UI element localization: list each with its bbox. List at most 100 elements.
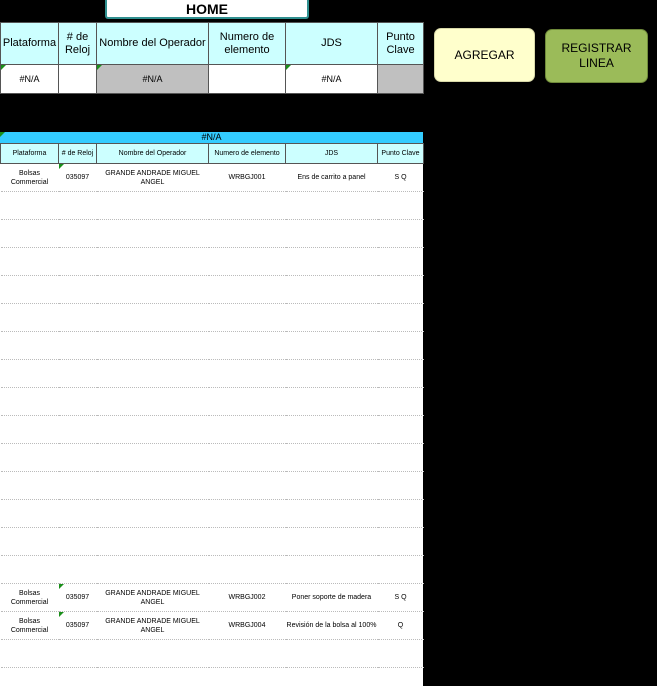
cell-jds[interactable] bbox=[285, 275, 378, 304]
cell-plataforma[interactable]: Bolsas Commercial bbox=[0, 163, 59, 192]
cell-punto-clave[interactable] bbox=[377, 219, 424, 248]
table-row[interactable] bbox=[0, 639, 424, 668]
cell-jds[interactable]: Poner soporte de madera bbox=[285, 583, 378, 612]
cell-reloj[interactable] bbox=[58, 555, 97, 584]
cell-elemento[interactable]: WRBGJ001 bbox=[208, 163, 286, 192]
input-plataforma[interactable]: #N/A bbox=[0, 64, 59, 94]
cell-jds[interactable] bbox=[285, 415, 378, 444]
cell-punto-clave[interactable] bbox=[377, 415, 424, 444]
cell-punto-clave[interactable] bbox=[377, 247, 424, 276]
cell-reloj[interactable] bbox=[58, 443, 97, 472]
cell-plataforma[interactable] bbox=[0, 359, 59, 388]
cell-jds[interactable] bbox=[285, 443, 378, 472]
table-row[interactable] bbox=[0, 443, 424, 472]
cell-plataforma[interactable] bbox=[0, 303, 59, 332]
cell-jds[interactable] bbox=[285, 219, 378, 248]
input-jds[interactable]: #N/A bbox=[285, 64, 378, 94]
input-operador[interactable]: #N/A bbox=[96, 64, 209, 94]
cell-punto-clave[interactable] bbox=[377, 639, 424, 668]
cell-elemento[interactable] bbox=[208, 219, 286, 248]
cell-elemento[interactable] bbox=[208, 247, 286, 276]
cell-plataforma[interactable] bbox=[0, 499, 59, 528]
table-row[interactable]: Bolsas Commercial 035097 GRANDE ANDRADE MI… bbox=[0, 163, 424, 192]
cell-reloj[interactable]: 035097 bbox=[58, 611, 97, 640]
cell-operador[interactable]: GRANDE ANDRADE MIGUEL ANGEL bbox=[96, 163, 209, 192]
cell-operador[interactable] bbox=[96, 415, 209, 444]
cell-elemento[interactable] bbox=[208, 275, 286, 304]
cell-operador[interactable]: GRANDE ANDRADE MIGUEL ANGEL bbox=[96, 611, 209, 640]
input-punto-clave[interactable] bbox=[377, 64, 424, 94]
cell-operador[interactable] bbox=[96, 555, 209, 584]
input-reloj[interactable] bbox=[58, 64, 97, 94]
cell-elemento[interactable] bbox=[208, 359, 286, 388]
cell-punto-clave[interactable] bbox=[377, 527, 424, 556]
cell-jds[interactable] bbox=[285, 359, 378, 388]
cell-jds[interactable] bbox=[285, 555, 378, 584]
cell-elemento[interactable] bbox=[208, 471, 286, 500]
cell-reloj[interactable]: 035097 bbox=[58, 583, 97, 612]
cell-plataforma[interactable] bbox=[0, 247, 59, 276]
cell-reloj[interactable] bbox=[58, 247, 97, 276]
cell-operador[interactable] bbox=[96, 275, 209, 304]
cell-punto-clave[interactable] bbox=[377, 443, 424, 472]
cell-plataforma[interactable] bbox=[0, 527, 59, 556]
cell-plataforma[interactable] bbox=[0, 387, 59, 416]
cell-punto-clave[interactable]: S Q bbox=[377, 583, 424, 612]
table-row[interactable] bbox=[0, 219, 424, 248]
cell-operador[interactable] bbox=[96, 499, 209, 528]
home-button[interactable]: HOME bbox=[105, 0, 309, 19]
cell-plataforma[interactable]: Bolsas Commercial bbox=[0, 583, 59, 612]
cell-reloj[interactable] bbox=[58, 303, 97, 332]
table-row[interactable]: Bolsas Commercial 035097 GRANDE ANDRADE MI… bbox=[0, 583, 424, 612]
cell-plataforma[interactable] bbox=[0, 555, 59, 584]
cell-elemento[interactable] bbox=[208, 499, 286, 528]
cell-jds[interactable]: Revisión de la bolsa al 100% bbox=[285, 611, 378, 640]
cell-jds[interactable] bbox=[285, 191, 378, 220]
cell-plataforma[interactable] bbox=[0, 191, 59, 220]
table-row[interactable] bbox=[0, 471, 424, 500]
table-row[interactable] bbox=[0, 415, 424, 444]
cell-elemento[interactable] bbox=[208, 415, 286, 444]
table-row[interactable] bbox=[0, 555, 424, 584]
cell-punto-clave[interactable] bbox=[377, 331, 424, 360]
table-row[interactable] bbox=[0, 387, 424, 416]
cell-jds[interactable] bbox=[285, 331, 378, 360]
cell-elemento[interactable] bbox=[208, 331, 286, 360]
cell-elemento[interactable] bbox=[208, 303, 286, 332]
registrar-linea-button[interactable]: REGISTRAR LINEA bbox=[545, 29, 648, 83]
cell-jds[interactable]: Ens de carrito a panel bbox=[285, 163, 378, 192]
cell-jds[interactable] bbox=[285, 527, 378, 556]
cell-elemento[interactable] bbox=[208, 443, 286, 472]
cell-reloj[interactable] bbox=[58, 387, 97, 416]
cell-punto-clave[interactable] bbox=[377, 303, 424, 332]
cell-operador[interactable] bbox=[96, 471, 209, 500]
table-row[interactable] bbox=[0, 191, 424, 220]
table-row[interactable] bbox=[0, 247, 424, 276]
table-row[interactable] bbox=[0, 303, 424, 332]
input-elemento[interactable] bbox=[208, 64, 286, 94]
cell-punto-clave[interactable] bbox=[377, 499, 424, 528]
cell-reloj[interactable] bbox=[58, 331, 97, 360]
cell-plataforma[interactable] bbox=[0, 471, 59, 500]
cell-reloj[interactable] bbox=[58, 415, 97, 444]
table-row[interactable] bbox=[0, 499, 424, 528]
cell-jds[interactable] bbox=[285, 247, 378, 276]
cell-operador[interactable] bbox=[96, 303, 209, 332]
cell-reloj[interactable] bbox=[58, 471, 97, 500]
cell-operador[interactable] bbox=[96, 191, 209, 220]
cell-elemento[interactable]: WRBGJ002 bbox=[208, 583, 286, 612]
cell-operador[interactable] bbox=[96, 443, 209, 472]
cell-punto-clave[interactable] bbox=[377, 555, 424, 584]
cell-reloj[interactable] bbox=[58, 639, 97, 668]
cell-elemento[interactable] bbox=[208, 639, 286, 668]
cell-jds[interactable] bbox=[285, 639, 378, 668]
cell-jds[interactable] bbox=[285, 499, 378, 528]
cell-elemento[interactable] bbox=[208, 387, 286, 416]
cell-elemento[interactable] bbox=[208, 555, 286, 584]
cell-plataforma[interactable]: Bolsas Commercial bbox=[0, 611, 59, 640]
cell-punto-clave[interactable]: Q bbox=[377, 611, 424, 640]
cell-punto-clave[interactable] bbox=[377, 471, 424, 500]
cell-reloj[interactable] bbox=[58, 499, 97, 528]
cell-operador[interactable]: GRANDE ANDRADE MIGUEL ANGEL bbox=[96, 583, 209, 612]
cell-jds[interactable] bbox=[285, 387, 378, 416]
